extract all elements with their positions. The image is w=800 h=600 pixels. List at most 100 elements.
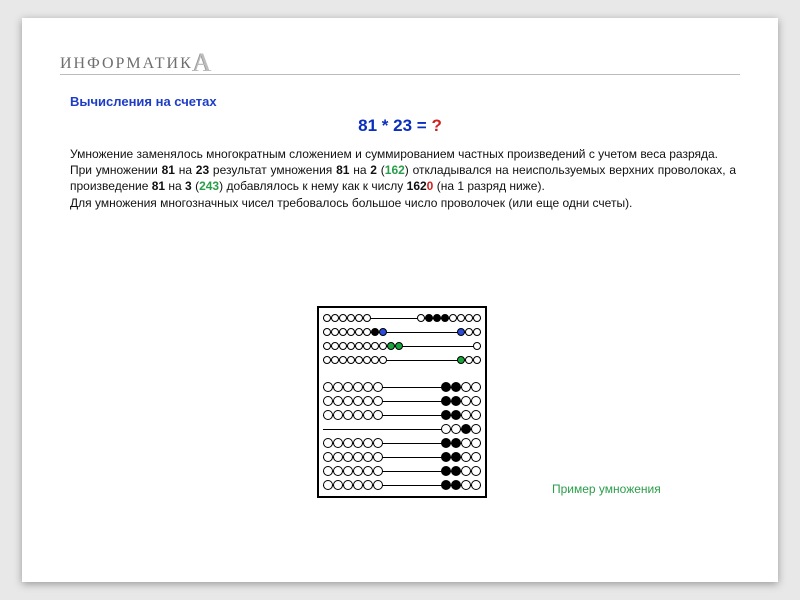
bead <box>465 314 473 322</box>
bead <box>323 314 331 322</box>
abacus-wire <box>323 382 481 392</box>
bead <box>333 480 343 490</box>
bead <box>355 314 363 322</box>
bead <box>461 396 471 406</box>
abacus-caption: Пример умножения <box>552 482 661 496</box>
bead <box>323 382 333 392</box>
bead <box>333 382 343 392</box>
bead <box>433 314 441 322</box>
bead <box>343 438 353 448</box>
bead <box>347 356 355 364</box>
bead <box>451 410 461 420</box>
section-title: Вычисления на счетах <box>70 94 217 109</box>
bead <box>347 314 355 322</box>
bead <box>451 438 461 448</box>
bead <box>441 452 451 462</box>
bead <box>441 480 451 490</box>
abacus-wire <box>323 328 481 336</box>
bead <box>373 410 383 420</box>
bead <box>371 328 379 336</box>
body-p1: Умножение заменялось многократным сложен… <box>70 146 736 162</box>
bead <box>339 356 347 364</box>
bead <box>373 438 383 448</box>
bead <box>471 480 481 490</box>
bead <box>465 328 473 336</box>
bead <box>379 356 387 364</box>
bead <box>451 466 461 476</box>
bead <box>333 410 343 420</box>
brand-suffix: А <box>193 48 214 77</box>
equation-lhs: 81 * 23 = <box>358 116 431 135</box>
bead <box>343 410 353 420</box>
bead <box>451 480 461 490</box>
bead <box>457 328 465 336</box>
bead <box>371 342 379 350</box>
bead <box>347 342 355 350</box>
bead <box>323 410 333 420</box>
bead <box>339 342 347 350</box>
bead <box>331 328 339 336</box>
bead <box>363 396 373 406</box>
bead <box>373 382 383 392</box>
bead <box>441 438 451 448</box>
bead <box>323 328 331 336</box>
bead <box>363 356 371 364</box>
bead <box>449 314 457 322</box>
bead <box>373 452 383 462</box>
bead <box>343 396 353 406</box>
bead <box>355 356 363 364</box>
bead <box>363 438 373 448</box>
bead <box>457 314 465 322</box>
bead <box>343 382 353 392</box>
body-p2: При умножении 81 на 23 результат умножен… <box>70 162 736 194</box>
bead <box>395 342 403 350</box>
bead <box>331 356 339 364</box>
bead <box>471 396 481 406</box>
abacus-wire <box>323 314 481 322</box>
bead <box>339 314 347 322</box>
body-p3: Для умножения многозначных чисел требова… <box>70 195 736 211</box>
bead <box>363 410 373 420</box>
bead <box>355 328 363 336</box>
bead <box>461 438 471 448</box>
abacus-wire <box>323 424 481 434</box>
bead <box>347 328 355 336</box>
bead <box>343 452 353 462</box>
bead <box>451 396 461 406</box>
num-1620: 1620 <box>407 179 434 193</box>
bead <box>323 480 333 490</box>
bead <box>461 382 471 392</box>
bead <box>461 452 471 462</box>
bead <box>353 382 363 392</box>
bead <box>363 314 371 322</box>
bead <box>323 452 333 462</box>
slide: ИНФОРМАТИКА Вычисления на счетах 81 * 23… <box>22 18 778 582</box>
bead <box>465 356 473 364</box>
bead <box>373 396 383 406</box>
header-rule <box>60 74 740 75</box>
bead <box>471 438 481 448</box>
bead <box>451 452 461 462</box>
bead <box>471 466 481 476</box>
brand-prefix: ИНФОРМАТИК <box>60 55 193 72</box>
bead <box>379 342 387 350</box>
bead <box>373 480 383 490</box>
abacus-wire <box>323 342 481 350</box>
bead <box>473 328 481 336</box>
bead <box>373 466 383 476</box>
bead <box>323 342 331 350</box>
bead <box>441 466 451 476</box>
bead <box>441 424 451 434</box>
abacus-wire <box>323 438 481 448</box>
bead <box>343 480 353 490</box>
bead <box>363 452 373 462</box>
bead <box>417 314 425 322</box>
bead <box>461 410 471 420</box>
bead <box>323 356 331 364</box>
bead <box>353 438 363 448</box>
bead <box>323 396 333 406</box>
abacus-wire <box>323 396 481 406</box>
bead <box>441 396 451 406</box>
bead <box>471 382 481 392</box>
bead <box>323 466 333 476</box>
